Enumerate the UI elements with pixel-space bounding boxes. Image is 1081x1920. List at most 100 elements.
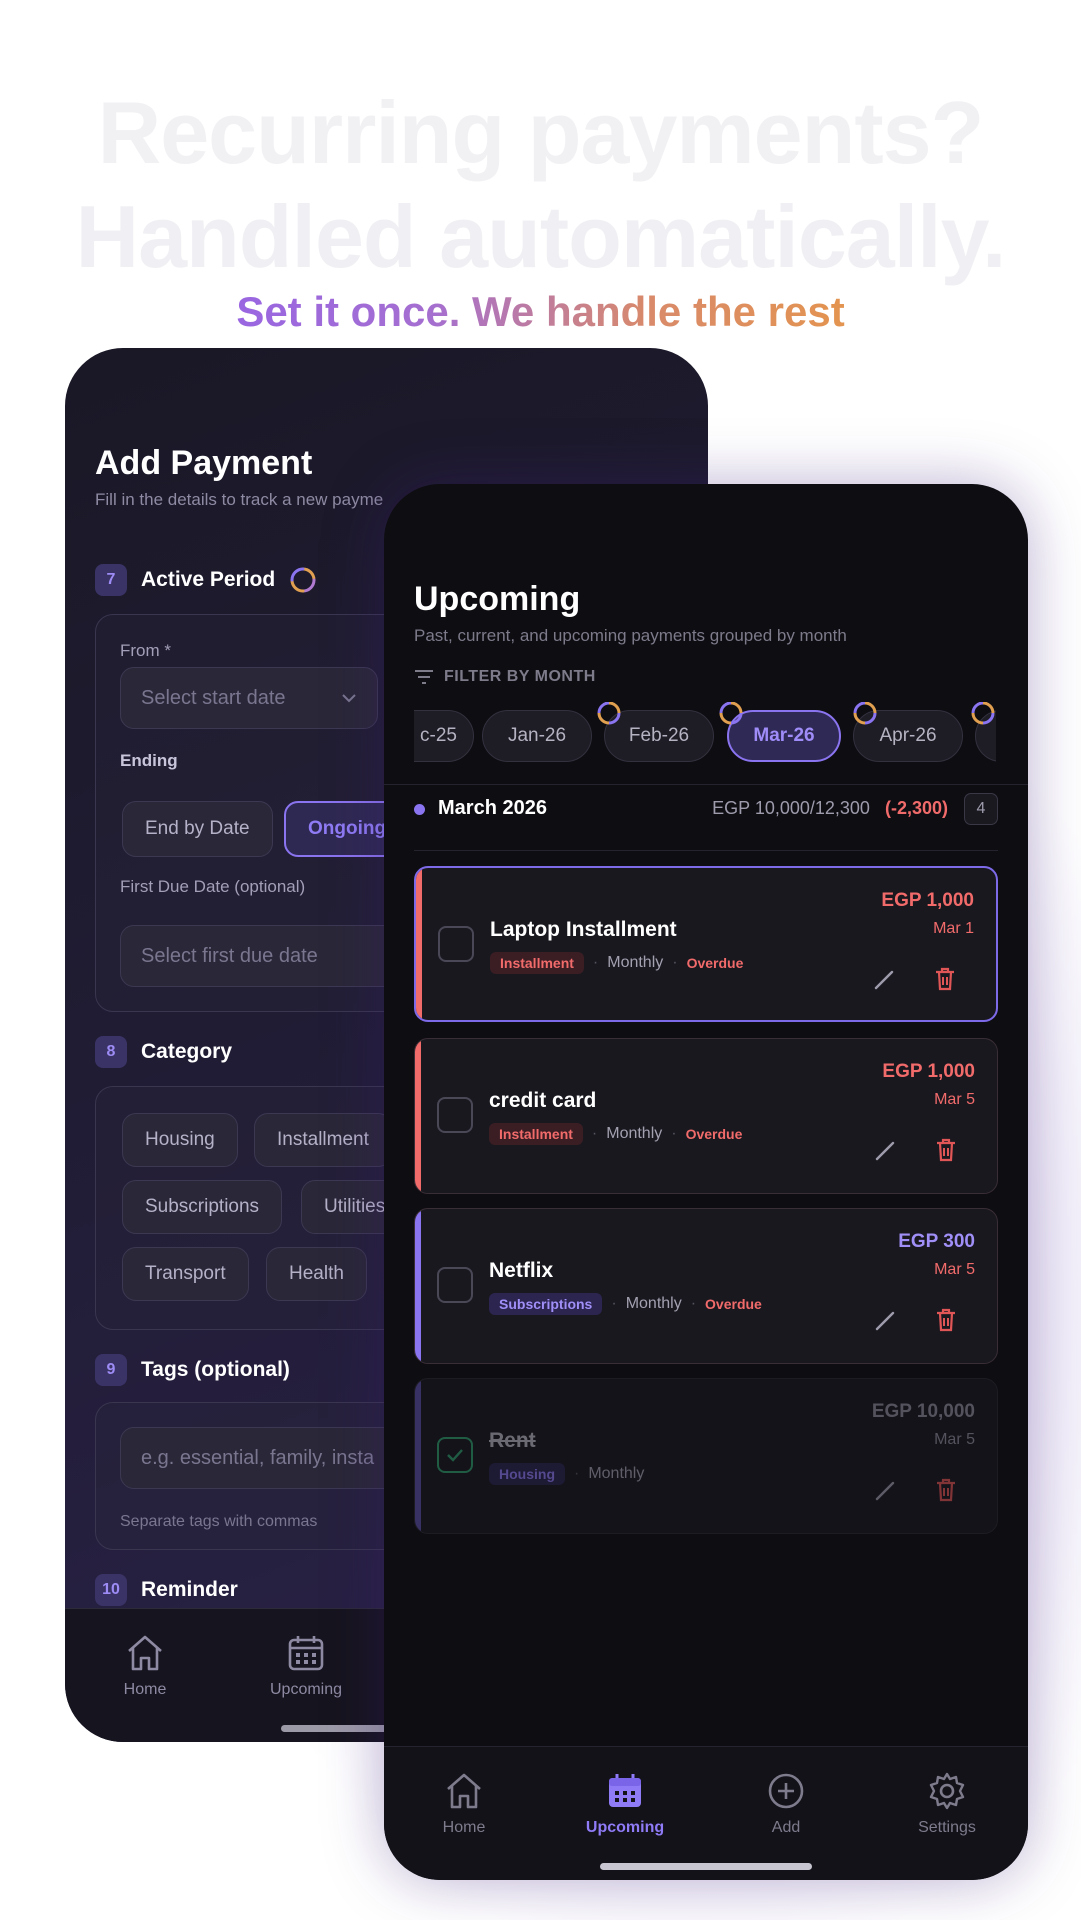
payment-meta: Installment · Monthly · Overdue: [490, 952, 743, 974]
month-count-badge: 4: [964, 793, 998, 825]
month-pill[interactable]: Jan-26: [482, 710, 592, 762]
payment-date: Mar 5: [934, 1091, 975, 1108]
calendar-icon: [609, 1774, 641, 1807]
separator: ·: [611, 1295, 617, 1312]
category-chip-housing[interactable]: Housing: [122, 1113, 238, 1167]
payment-meta: Subscriptions · Monthly · Overdue: [489, 1293, 762, 1315]
step-reminder: 10 Reminder: [95, 1574, 238, 1606]
step-number: 7: [95, 564, 127, 596]
step-active-period: 7 Active Period: [95, 564, 317, 596]
edit-icon[interactable]: [873, 1307, 899, 1333]
nav-upcoming-label: Upcoming: [585, 1819, 665, 1836]
from-label: From *: [120, 641, 171, 660]
nav-upcoming[interactable]: Upcoming: [555, 1771, 695, 1837]
separator: ·: [591, 1125, 598, 1142]
payment-frequency: Monthly: [588, 1465, 645, 1482]
payment-card[interactable]: Netflix Subscriptions · Monthly · Overdu…: [414, 1208, 998, 1364]
nav-home[interactable]: Home: [394, 1771, 534, 1837]
step-label: Reminder: [141, 1578, 238, 1601]
edit-icon[interactable]: [873, 1477, 899, 1503]
step-number: 10: [95, 1574, 127, 1606]
category-chip-subscriptions[interactable]: Subscriptions: [122, 1180, 283, 1234]
category-tag: Installment: [489, 1123, 583, 1145]
separator: ·: [671, 1125, 677, 1142]
payment-card-paid[interactable]: Rent Housing · Monthly EGP 10,000 Mar 5: [414, 1378, 998, 1534]
paid-checkbox[interactable]: [437, 1267, 473, 1303]
payment-card[interactable]: Laptop Installment Installment · Monthly…: [414, 866, 998, 1022]
hero-headline-line1: Recurring payments?: [97, 83, 985, 182]
first-due-label: First Due Date (optional): [120, 877, 306, 896]
step-label: Active Period: [141, 568, 276, 591]
step-tags: 9 Tags (optional): [95, 1354, 290, 1386]
nav-add[interactable]: Add: [716, 1771, 856, 1837]
paid-checkbox-checked[interactable]: [437, 1437, 473, 1473]
divider: [414, 850, 998, 851]
home-icon: [128, 1635, 162, 1671]
page-title: Add Payment: [95, 444, 313, 482]
page-subtitle: Past, current, and upcoming payments gro…: [414, 626, 847, 645]
category-chip-health[interactable]: Health: [266, 1247, 367, 1301]
category-tag: Subscriptions: [489, 1293, 603, 1315]
nav-home[interactable]: Home: [80, 1633, 210, 1699]
first-due-placeholder: Select first due date: [141, 944, 318, 967]
hero-headline-line2: Handled automatically.: [75, 187, 1007, 286]
step-label: Category: [141, 1040, 233, 1063]
filter-label: FILTER BY MONTH: [444, 668, 596, 685]
delete-icon[interactable]: [935, 1477, 957, 1503]
month-group-header: March 2026 EGP 10,000/12,300 (-2,300) 4: [414, 784, 998, 834]
payment-amount: EGP 10,000: [871, 1401, 975, 1422]
paid-checkbox[interactable]: [437, 1097, 473, 1133]
delete-icon[interactable]: [935, 1137, 957, 1163]
month-pill[interactable]: c-25: [414, 710, 474, 762]
end-by-date-option[interactable]: End by Date: [122, 801, 273, 857]
tags-hint: Separate tags with commas: [120, 1513, 318, 1530]
page-subtitle: Fill in the details to track a new payme: [95, 490, 384, 509]
upcoming-screen: Upcoming Past, current, and upcoming pay…: [384, 484, 1028, 1880]
payment-date: Mar 1: [933, 920, 974, 937]
separator: ·: [574, 1465, 580, 1482]
category-tag: Housing: [489, 1463, 565, 1485]
month-total: EGP 10,000/12,300: [712, 798, 870, 818]
month-dot: [414, 804, 425, 815]
edit-icon[interactable]: [872, 966, 898, 992]
category-tag: Installment: [490, 952, 584, 974]
category-chip-installment[interactable]: Installment: [254, 1113, 392, 1167]
first-due-date-select[interactable]: Select first due date: [120, 925, 420, 987]
paid-checkbox[interactable]: [438, 926, 474, 962]
nav-upcoming-label: Upcoming: [269, 1681, 343, 1698]
tags-input[interactable]: e.g. essential, family, insta: [120, 1427, 420, 1489]
delete-icon[interactable]: [934, 966, 956, 992]
payment-amount: EGP 300: [898, 1231, 975, 1252]
home-indicator: [600, 1863, 812, 1870]
gear-icon: [929, 1772, 965, 1810]
filter-icon: [415, 670, 433, 684]
delete-icon[interactable]: [935, 1307, 957, 1333]
payment-card[interactable]: credit card Installment · Monthly · Over…: [414, 1038, 998, 1194]
start-date-select[interactable]: Select start date: [120, 667, 378, 729]
step-label: Tags (optional): [141, 1358, 290, 1381]
separator: ·: [690, 1295, 697, 1312]
recurring-icon: [971, 702, 995, 725]
nav-settings-label: Settings: [918, 1819, 976, 1836]
payment-date: Mar 5: [934, 1261, 975, 1278]
status-stripe: [415, 1209, 421, 1363]
page-title: Upcoming: [414, 580, 581, 618]
ending-label: Ending: [120, 751, 178, 770]
payment-name: Rent: [489, 1429, 536, 1452]
separator: ·: [592, 954, 599, 971]
month-pill-selected[interactable]: Mar-26: [727, 710, 841, 762]
payment-frequency: Monthly: [607, 954, 664, 971]
nav-upcoming[interactable]: Upcoming: [241, 1633, 371, 1699]
nav-home-label: Home: [123, 1681, 167, 1698]
recurring-icon: [719, 702, 743, 725]
edit-icon[interactable]: [873, 1137, 899, 1163]
payment-name: credit card: [489, 1089, 597, 1112]
nav-settings[interactable]: Settings: [877, 1771, 1017, 1837]
overdue-status: Overdue: [685, 1126, 743, 1142]
payment-amount: EGP 1,000: [882, 1061, 975, 1082]
step-number: 8: [95, 1036, 127, 1068]
add-circle-icon: [768, 1773, 804, 1809]
bottom-nav: Home Upcoming Add Settings: [384, 1746, 1028, 1880]
category-chip-transport[interactable]: Transport: [122, 1247, 249, 1301]
overdue-status: Overdue: [705, 1296, 762, 1312]
